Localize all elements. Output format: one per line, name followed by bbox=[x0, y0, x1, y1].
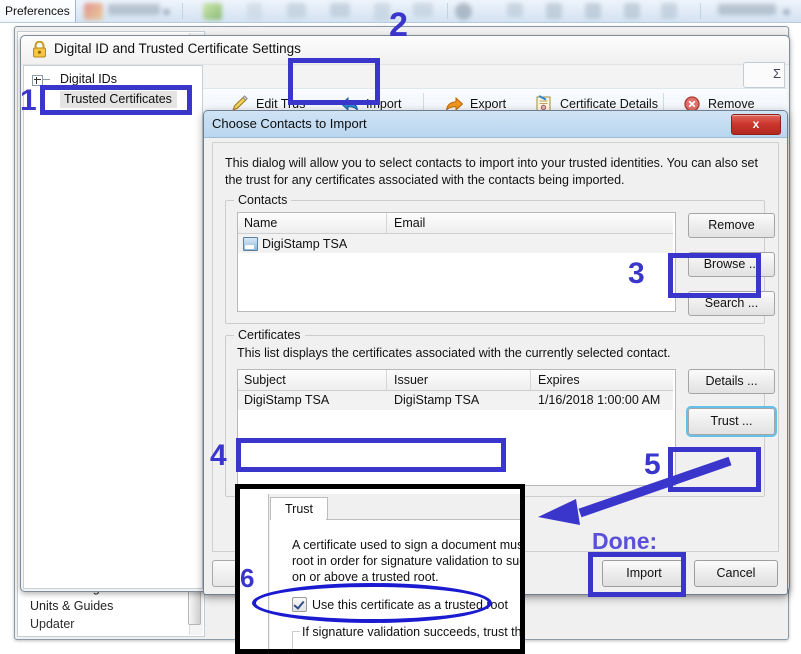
trust-settings-panel: Trust A certificate used to sign a docum… bbox=[268, 494, 525, 649]
remove-label: Remove bbox=[708, 97, 755, 111]
cancel-button[interactable]: Cancel bbox=[694, 560, 778, 587]
trusted-root-checkbox-label: Use this certificate as a trusted root bbox=[312, 597, 508, 612]
contacts-search-button[interactable]: Search ... bbox=[688, 291, 775, 316]
certificates-list[interactable]: Subject Issuer Expires DigiStamp TSA Dig… bbox=[237, 369, 676, 486]
digital-id-window-title: Digital ID and Trusted Certificate Setti… bbox=[54, 41, 301, 56]
application-toolbar: Preferences bbox=[0, 0, 801, 23]
stamp-icon[interactable] bbox=[287, 3, 306, 18]
pen-icon[interactable] bbox=[374, 3, 390, 21]
digital-id-window-titlebar: Digital ID and Trusted Certificate Setti… bbox=[21, 36, 789, 65]
highlight-icon[interactable] bbox=[203, 3, 222, 20]
caret-icon[interactable] bbox=[624, 3, 640, 19]
import-confirm-button[interactable]: Import bbox=[602, 560, 686, 587]
trust-button[interactable]: Trust ... bbox=[686, 406, 777, 437]
trust-subgroup-box bbox=[292, 632, 520, 649]
contacts-list-header: Name Email bbox=[238, 213, 673, 234]
column-header-name[interactable]: Name bbox=[244, 216, 277, 230]
category-item-updater[interactable]: Updater bbox=[30, 617, 74, 631]
envelope-icon[interactable] bbox=[413, 3, 433, 17]
preferences-tab[interactable]: Preferences bbox=[0, 0, 76, 22]
category-list-fade bbox=[19, 630, 203, 636]
toolbar-separator bbox=[182, 3, 183, 19]
circle-icon[interactable] bbox=[455, 3, 472, 20]
certificate-details-label: Certificate Details bbox=[560, 97, 658, 111]
certificate-expires: 1/16/2018 1:00:00 AM bbox=[538, 393, 661, 407]
category-item-units-and-guides[interactable]: Units & Guides bbox=[30, 599, 113, 613]
trusted-root-checkbox-row[interactable]: Use this certificate as a trusted root bbox=[292, 597, 508, 612]
column-header-expires[interactable]: Expires bbox=[538, 373, 580, 387]
toolbar-separator bbox=[447, 3, 448, 19]
tab-trust[interactable]: Trust bbox=[270, 497, 328, 521]
import-label: Import bbox=[366, 97, 402, 111]
contacts-group-legend: Contacts bbox=[234, 193, 292, 207]
import-dialog-description: This dialog will allow you to select con… bbox=[225, 156, 758, 187]
column-header-subject[interactable]: Subject bbox=[244, 373, 286, 387]
certificates-list-row[interactable]: DigiStamp TSA DigiStamp TSA 1/16/2018 1:… bbox=[238, 391, 673, 410]
tree-item-trusted-certificates[interactable]: Trusted Certificates bbox=[60, 91, 177, 108]
certificates-group: Certificates This list displays the cert… bbox=[225, 328, 777, 497]
import-dialog-titlebar: Choose Contacts to Import x bbox=[204, 111, 787, 138]
restore-icon: Σ bbox=[772, 66, 781, 81]
close-icon[interactable]: x bbox=[731, 114, 781, 135]
contacts-remove-button[interactable]: Remove bbox=[688, 213, 775, 238]
certificate-issuer: DigiStamp TSA bbox=[394, 393, 480, 407]
trust-settings-callout: Trust A certificate used to sign a docum… bbox=[235, 484, 525, 654]
customize-dropdown-icon[interactable] bbox=[783, 9, 790, 15]
check-icon[interactable] bbox=[507, 3, 523, 17]
contacts-list[interactable]: Name Email DigiStamp TSA bbox=[237, 212, 676, 312]
contact-name: DigiStamp TSA bbox=[262, 236, 348, 251]
tree-item-digital-ids[interactable]: Digital IDs bbox=[60, 72, 117, 86]
column-header-issuer[interactable]: Issuer bbox=[394, 373, 428, 387]
column-separator[interactable] bbox=[386, 213, 387, 233]
plus-box-icon[interactable] bbox=[32, 75, 43, 86]
create-icon[interactable] bbox=[84, 3, 103, 20]
lock-document-icon[interactable] bbox=[247, 3, 262, 20]
contacts-browse-button[interactable]: Browse ... bbox=[688, 252, 775, 277]
underline-icon[interactable] bbox=[585, 3, 601, 19]
lock-icon bbox=[33, 41, 46, 58]
link-icon[interactable] bbox=[330, 3, 350, 17]
column-separator[interactable] bbox=[530, 370, 531, 390]
cross-out-icon[interactable] bbox=[546, 3, 562, 19]
digital-id-tree-pane[interactable]: Digital IDs Trusted Certificates bbox=[23, 65, 203, 589]
trust-description: A certificate used to sign a document mu… bbox=[292, 537, 525, 585]
certificates-list-header: Subject Issuer Expires bbox=[238, 370, 673, 391]
trust-description-line-2: root in order for signature validation t… bbox=[292, 554, 525, 568]
trust-description-line-3: on or above a trusted root. bbox=[292, 570, 439, 584]
edit-trust-label: Edit Trus bbox=[256, 97, 306, 111]
checkbox-checked-icon[interactable] bbox=[292, 597, 307, 612]
toolbar-separator bbox=[700, 3, 701, 19]
certificates-group-legend: Certificates bbox=[234, 328, 305, 342]
trust-description-line-1: A certificate used to sign a document mu… bbox=[292, 538, 525, 552]
column-header-email[interactable]: Email bbox=[394, 216, 425, 230]
contacts-group: Contacts Name Email DigiStamp TSA Remove… bbox=[225, 193, 775, 324]
import-dialog-title: Choose Contacts to Import bbox=[212, 116, 367, 131]
column-separator[interactable] bbox=[386, 370, 387, 390]
tree-connector bbox=[43, 79, 50, 80]
export-label: Export bbox=[470, 97, 507, 111]
certificates-description: This list displays the certificates asso… bbox=[237, 346, 671, 360]
contacts-list-row[interactable]: DigiStamp TSA bbox=[238, 234, 673, 253]
trust-tab-panel: A certificate used to sign a document mu… bbox=[270, 520, 525, 649]
customize-label[interactable] bbox=[718, 4, 776, 15]
create-label[interactable] bbox=[108, 4, 160, 15]
undo-icon[interactable] bbox=[661, 3, 677, 19]
certificate-subject: DigiStamp TSA bbox=[244, 393, 330, 407]
certificate-details-side-button[interactable]: Details ... bbox=[688, 369, 775, 394]
contact-card-icon bbox=[243, 236, 258, 251]
create-dropdown-icon[interactable] bbox=[163, 9, 170, 15]
